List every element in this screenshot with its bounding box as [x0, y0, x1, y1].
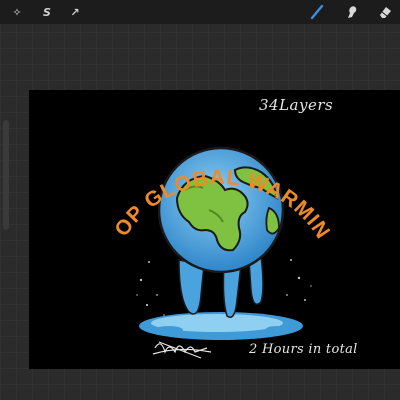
melt-puddle — [139, 312, 303, 340]
brush-icon[interactable] — [308, 3, 326, 21]
eraser-icon[interactable] — [376, 3, 394, 21]
artwork: STOP GLOBAL WARMING! — [29, 90, 334, 359]
smudge-icon[interactable] — [343, 3, 361, 21]
layers-note: 34Layers — [259, 96, 334, 114]
time-note: 2 Hours in total — [249, 342, 358, 357]
drawing-canvas[interactable]: STOP GLOBAL WARMING! 34Layers 2 Hours in… — [29, 90, 400, 369]
transform-icon[interactable]: ↗ — [66, 3, 84, 21]
top-toolbar: ✧ S ↗ — [0, 0, 400, 24]
selection-icon[interactable]: S — [38, 3, 56, 21]
brush-size-slider[interactable] — [3, 120, 9, 230]
signature-icon — [152, 341, 212, 359]
adjustments-icon[interactable]: ✧ — [8, 3, 26, 21]
